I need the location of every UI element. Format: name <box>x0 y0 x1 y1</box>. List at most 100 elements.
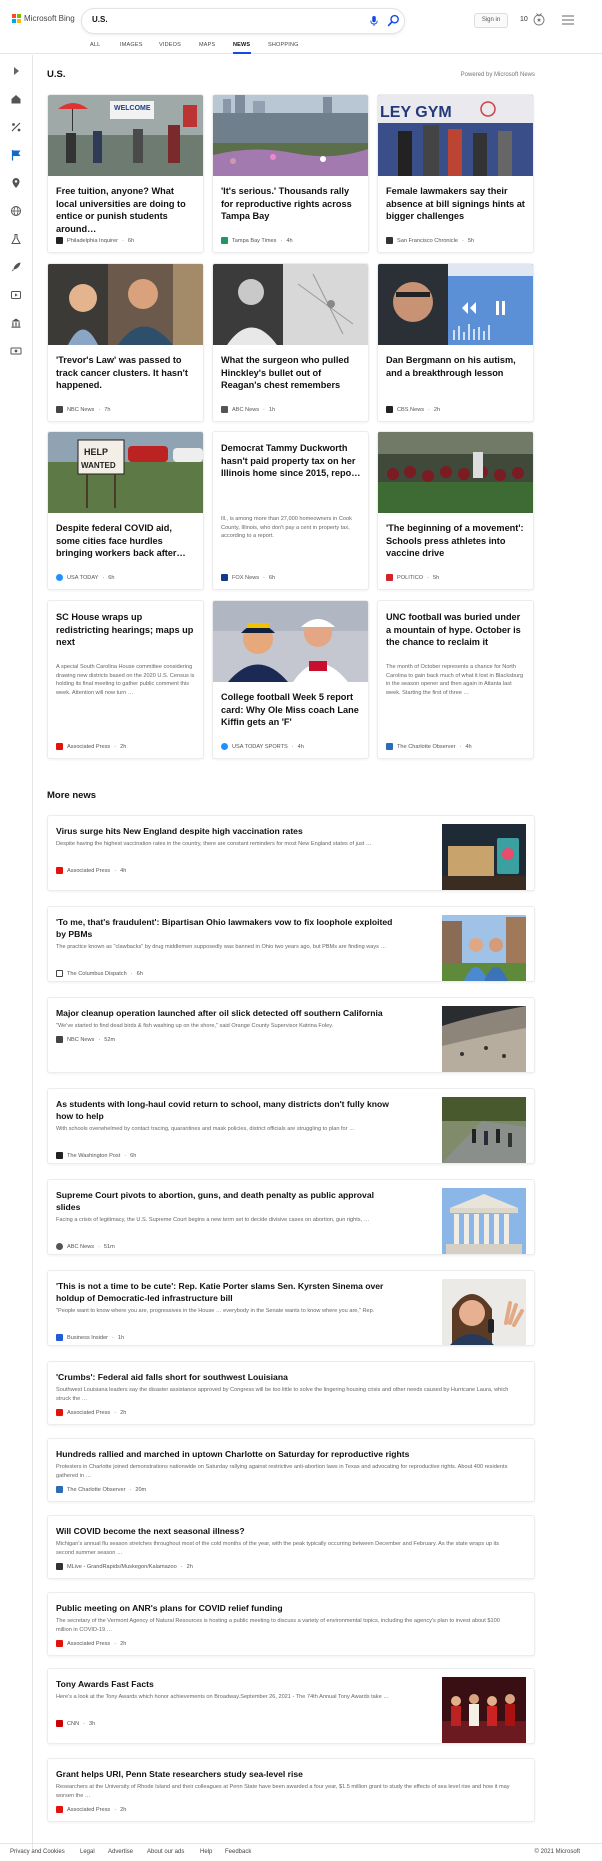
card-headline[interactable]: Female lawmakers say their absence at bi… <box>386 185 526 223</box>
item-description: Facing a crisis of legitimacy, the U.S. … <box>56 1217 370 1223</box>
news-card[interactable]: What the surgeon who pulled Hinckley's b… <box>212 263 369 422</box>
item-headline[interactable]: 'This is not a time to be cute': Rep. Ka… <box>56 1280 406 1304</box>
entertainment-icon[interactable] <box>10 289 22 301</box>
news-list-item[interactable]: 'To me, that's fraudulent': Bipartisan O… <box>47 906 535 982</box>
news-list-item[interactable]: Supreme Court pivots to abortion, guns, … <box>47 1179 535 1255</box>
microphone-icon[interactable] <box>368 15 380 27</box>
card-headline[interactable]: What the surgeon who pulled Hinckley's b… <box>221 354 361 392</box>
news-list-item[interactable]: As students with long-haul covid return … <box>47 1088 535 1164</box>
location-icon[interactable] <box>10 177 22 189</box>
tab-maps[interactable]: MAPS <box>199 42 215 48</box>
globe-icon[interactable] <box>10 205 22 217</box>
card-headline[interactable]: Dan Bergmann on his autism, and a breakt… <box>386 354 526 379</box>
source-name: San Francisco Chronicle <box>397 237 458 244</box>
science-icon[interactable] <box>10 233 22 245</box>
item-source: The Washington Post · 6h <box>56 1152 136 1159</box>
source-name: NBC News <box>67 1036 95 1043</box>
section-title: U.S. <box>47 69 66 80</box>
article-thumbnail <box>442 1188 526 1254</box>
news-list-item[interactable]: Major cleanup operation launched after o… <box>47 997 535 1073</box>
card-source: Tampa Bay Times · 4h <box>221 237 293 244</box>
card-source: ABC News · 1h <box>221 406 275 413</box>
item-headline[interactable]: As students with long-haul covid return … <box>56 1098 406 1122</box>
article-image <box>378 264 533 345</box>
news-card[interactable]: Democrat Tammy Duckworth hasn't paid pro… <box>212 431 369 590</box>
source-name: USA TODAY <box>67 574 99 581</box>
source-logo-icon <box>56 1334 63 1341</box>
item-headline[interactable]: Major cleanup operation launched after o… <box>56 1007 436 1019</box>
item-description: Michigan's annual flu season stretches t… <box>56 1541 500 1556</box>
card-headline[interactable]: College football Week 5 report card: Why… <box>221 691 361 729</box>
card-headline[interactable]: 'Trevor's Law' was passed to track cance… <box>56 354 196 392</box>
news-list-item[interactable]: Virus surge hits New England despite hig… <box>47 815 535 891</box>
news-card[interactable]: HELP WANTED Despite federal COVID aid, so… <box>47 431 204 590</box>
tab-shopping[interactable]: SHOPPING <box>268 42 299 48</box>
news-card[interactable]: College football Week 5 report card: Why… <box>212 600 369 759</box>
rewards-points[interactable]: 10 <box>520 16 528 23</box>
search-icon[interactable] <box>387 14 400 27</box>
news-card[interactable]: UNC football was buried under a mountain… <box>377 600 534 759</box>
news-list-item[interactable]: Will COVID become the next seasonal illn… <box>47 1515 535 1579</box>
money-icon[interactable] <box>10 345 22 357</box>
sign-in-button[interactable]: Sign in <box>474 13 508 28</box>
footer-link-privacy[interactable]: Privacy and Cookies <box>10 1849 65 1855</box>
news-card[interactable]: LEY GYM Female lawmakers say their absen… <box>377 94 534 253</box>
source-time: 4h <box>120 867 127 874</box>
news-list-item[interactable]: Hundreds rallied and marched in uptown C… <box>47 1438 535 1502</box>
item-headline[interactable]: Hundreds rallied and marched in uptown C… <box>56 1448 516 1460</box>
card-headline[interactable]: Despite federal COVID aid, some cities f… <box>56 522 196 560</box>
article-image <box>213 95 368 176</box>
search-box[interactable]: U.S. <box>82 9 404 33</box>
source-name: MLive - GrandRapids/Muskegon/Kalamazoo <box>67 1563 177 1570</box>
news-card[interactable]: WELCOME Free tuition, anyone? What local… <box>47 94 204 253</box>
footer-link-help[interactable]: Help <box>200 1849 212 1855</box>
source-time: 2h <box>120 743 127 750</box>
item-source: CNN · 3h <box>56 1720 95 1727</box>
tab-images[interactable]: IMAGES <box>120 42 143 48</box>
rocket-icon[interactable] <box>10 261 22 273</box>
news-list-item[interactable]: 'Crumbs': Federal aid falls short for so… <box>47 1361 535 1425</box>
news-card[interactable]: 'It's serious.' Thousands rally for repr… <box>212 94 369 253</box>
home-icon[interactable] <box>10 93 22 105</box>
footer-link-legal[interactable]: Legal <box>80 1849 95 1855</box>
expand-icon[interactable] <box>10 65 22 77</box>
item-headline[interactable]: Virus surge hits New England despite hig… <box>56 825 436 837</box>
copyright-notice: © 2021 Microsoft <box>534 1849 580 1855</box>
news-list-item[interactable]: Public meeting on ANR's plans for COVID … <box>47 1592 535 1656</box>
item-headline[interactable]: 'To me, that's fraudulent': Bipartisan O… <box>56 916 396 940</box>
card-headline[interactable]: Democrat Tammy Duckworth hasn't paid pro… <box>221 442 361 480</box>
bank-icon[interactable] <box>10 317 22 329</box>
item-headline[interactable]: Supreme Court pivots to abortion, guns, … <box>56 1189 396 1213</box>
card-headline[interactable]: 'It's serious.' Thousands rally for repr… <box>221 185 361 223</box>
card-headline[interactable]: Free tuition, anyone? What local univers… <box>56 185 196 235</box>
tab-news[interactable]: NEWS <box>233 42 250 48</box>
card-headline[interactable]: 'The beginning of a movement': Schools p… <box>386 522 526 560</box>
news-card[interactable]: 'Trevor's Law' was passed to track cance… <box>47 263 204 422</box>
item-headline[interactable]: Public meeting on ANR's plans for COVID … <box>56 1602 516 1614</box>
news-list-item[interactable]: Grant helps URI, Penn State researchers … <box>47 1758 535 1822</box>
news-list-item[interactable]: 'This is not a time to be cute': Rep. Ka… <box>47 1270 535 1346</box>
card-description: A special South Carolina House committee… <box>56 664 195 696</box>
news-card[interactable]: Dan Bergmann on his autism, and a breakt… <box>377 263 534 422</box>
item-headline[interactable]: Tony Awards Fast Facts <box>56 1678 406 1690</box>
rewards-icon[interactable] <box>532 12 546 26</box>
item-headline[interactable]: 'Crumbs': Federal aid falls short for so… <box>56 1371 516 1383</box>
news-card[interactable]: 'The beginning of a movement': Schools p… <box>377 431 534 590</box>
tab-all[interactable]: ALL <box>90 42 100 48</box>
card-headline[interactable]: UNC football was buried under a mountain… <box>386 611 526 649</box>
sports-icon[interactable] <box>10 121 22 133</box>
bing-logo[interactable]: Microsoft Bing <box>12 14 75 23</box>
footer-link-feedback[interactable]: Feedback <box>225 1849 251 1855</box>
search-input[interactable]: U.S. <box>92 15 108 24</box>
news-card[interactable]: SC House wraps up redistricting hearings… <box>47 600 204 759</box>
hamburger-menu-icon[interactable] <box>562 15 574 25</box>
flag-icon[interactable] <box>10 149 22 161</box>
news-list-item[interactable]: Tony Awards Fast Facts Here's a look at … <box>47 1668 535 1744</box>
item-headline[interactable]: Will COVID become the next seasonal illn… <box>56 1525 516 1537</box>
footer-link-about-ads[interactable]: About our ads <box>147 1849 184 1855</box>
item-headline[interactable]: Grant helps URI, Penn State researchers … <box>56 1768 516 1780</box>
footer-link-advertise[interactable]: Advertise <box>108 1849 133 1855</box>
card-headline[interactable]: SC House wraps up redistricting hearings… <box>56 611 196 649</box>
tab-videos[interactable]: VIDEOS <box>159 42 181 48</box>
source-logo-icon <box>221 237 228 244</box>
